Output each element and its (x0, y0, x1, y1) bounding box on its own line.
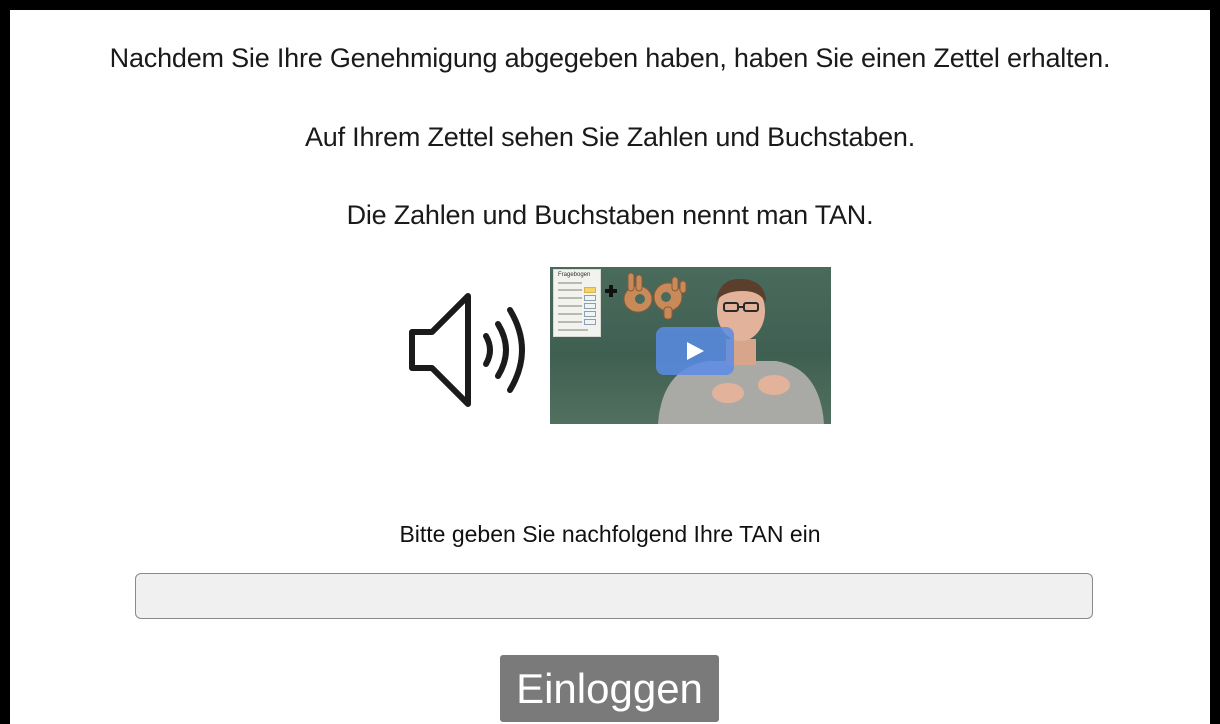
plus-icon (605, 285, 617, 297)
page-frame: Nachdem Sie Ihre Genehmigung abgegeben h… (0, 0, 1220, 724)
intro-line-1: Nachdem Sie Ihre Genehmigung abgegeben h… (109, 43, 1111, 73)
tan-prompt: Bitte geben Sie nachfolgend Ihre TAN ein (399, 521, 821, 547)
sign-language-video[interactable]: Fragebogen (550, 267, 831, 424)
questionnaire-sheet-thumbnail: Fragebogen (553, 269, 601, 337)
sheet-title: Fragebogen (558, 272, 591, 278)
intro-line-3: Die Zahlen und Buchstaben nennt man TAN. (346, 200, 874, 230)
intro-line-2: Auf Ihrem Zettel sehen Sie Zahlen und Bu… (304, 122, 916, 152)
tan-input[interactable] (135, 573, 1093, 619)
play-button[interactable] (656, 327, 734, 375)
speaker-icon[interactable] (408, 288, 538, 412)
play-icon (687, 342, 704, 360)
login-button[interactable]: Einloggen (500, 655, 719, 722)
media-row: Fragebogen (10, 266, 1210, 426)
